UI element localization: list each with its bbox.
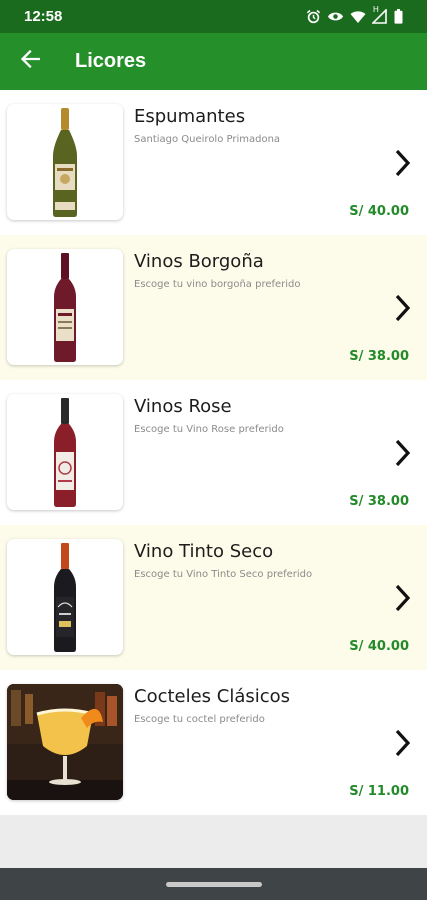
chevron-right-icon[interactable]	[391, 146, 413, 180]
back-button[interactable]	[0, 33, 60, 90]
list-item[interactable]: Espumantes Santiago Queirolo Primadona S…	[0, 90, 427, 235]
product-list: Espumantes Santiago Queirolo Primadona S…	[0, 90, 427, 817]
rose-wine-bottle-image	[7, 394, 123, 510]
status-bar: 12:58 H	[0, 0, 427, 33]
network-label: H	[373, 5, 379, 14]
list-item[interactable]: Vinos Borgoña Escoge tu vino borgoña pre…	[0, 235, 427, 380]
red-wine-bottle-image	[7, 539, 123, 655]
chevron-right-icon[interactable]	[391, 581, 413, 615]
item-subtitle: Escoge tu Vino Rose preferido	[134, 424, 284, 435]
chevron-right-icon[interactable]	[391, 726, 413, 760]
item-subtitle: Escoge tu vino borgoña preferido	[134, 279, 301, 290]
item-price: S/ 40.00	[349, 639, 409, 654]
item-title: Vinos Borgoña	[134, 251, 264, 272]
list-item[interactable]: Vinos Rose Escoge tu Vino Rose preferido…	[0, 380, 427, 525]
status-icons: H	[306, 5, 403, 24]
chevron-right-icon[interactable]	[391, 291, 413, 325]
battery-icon	[394, 9, 403, 24]
status-time: 12:58	[24, 8, 63, 25]
burgundy-wine-bottle-image	[7, 249, 123, 365]
item-subtitle: Escoge tu coctel preferido	[134, 714, 265, 725]
item-price: S/ 40.00	[349, 204, 409, 219]
item-title: Vinos Rose	[134, 396, 232, 417]
item-price: S/ 11.00	[349, 784, 409, 799]
cocktail-glass-image	[7, 684, 123, 800]
wifi-icon	[350, 10, 366, 24]
list-item[interactable]: Vino Tinto Seco Escoge tu Vino Tinto Sec…	[0, 525, 427, 670]
arrow-left-icon	[20, 49, 41, 73]
item-subtitle: Santiago Queirolo Primadona	[134, 134, 281, 145]
home-gesture-handle[interactable]	[165, 881, 262, 887]
eye-icon	[327, 10, 344, 23]
page-title: Licores	[75, 50, 147, 72]
item-price: S/ 38.00	[349, 494, 409, 509]
chevron-right-icon[interactable]	[391, 436, 413, 470]
sparkling-wine-bottle-image	[7, 104, 123, 220]
alarm-icon	[306, 9, 321, 24]
item-title: Cocteles Clásicos	[134, 686, 291, 707]
item-price: S/ 38.00	[349, 349, 409, 364]
item-title: Vino Tinto Seco	[134, 541, 274, 562]
app-bar: Licores	[0, 33, 427, 90]
signal-icon: H	[372, 5, 388, 24]
item-subtitle: Escoge tu Vino Tinto Seco preferido	[134, 569, 313, 580]
item-title: Espumantes	[134, 106, 246, 127]
system-nav-bar	[0, 868, 427, 900]
list-item[interactable]: Cocteles Clásicos Escoge tu coctel prefe…	[0, 670, 427, 815]
